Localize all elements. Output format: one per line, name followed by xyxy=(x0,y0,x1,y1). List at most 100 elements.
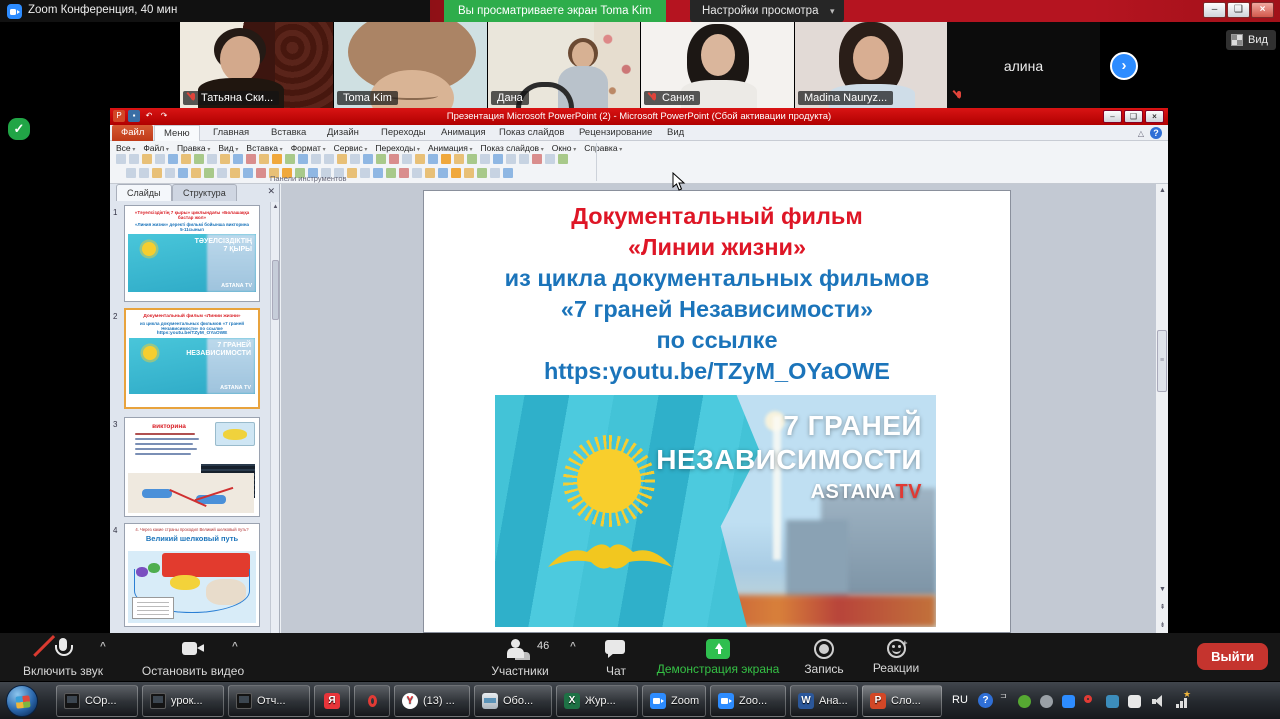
tab-slides[interactable]: Слайды xyxy=(116,184,172,201)
menu-item[interactable]: Справка xyxy=(584,143,622,153)
taskbar-item-zoom-meeting[interactable]: Zoo... xyxy=(710,685,786,717)
slide-thumbnail-2-selected[interactable]: Документальный фильм «Линии жизни» из ци… xyxy=(124,308,260,409)
taskbar-item-word[interactable]: Ана... xyxy=(790,685,858,717)
undo-icon[interactable] xyxy=(143,110,155,122)
tab-view[interactable]: Вид xyxy=(658,125,693,141)
battery-icon[interactable] xyxy=(1128,695,1141,708)
save-icon[interactable] xyxy=(128,110,140,122)
participant-tile[interactable]: алина xyxy=(947,22,1100,108)
menu-item[interactable]: Анимация xyxy=(428,143,473,153)
help-icon[interactable] xyxy=(1150,127,1162,139)
redo-icon[interactable] xyxy=(158,110,170,122)
tab-menu[interactable]: Меню xyxy=(154,125,200,141)
network-icon[interactable] xyxy=(1176,696,1190,708)
minimize-icon[interactable] xyxy=(1103,110,1122,123)
help-tray-icon[interactable] xyxy=(978,693,993,708)
video-options-chevron[interactable] xyxy=(232,641,238,652)
minimize-icon[interactable] xyxy=(1203,2,1226,18)
slide-thumbnail-1[interactable]: «Тәуелсіздіктің 7 қыры» циклындағы «Бола… xyxy=(124,205,260,302)
participant-tile[interactable]: Madina Nauryz... xyxy=(795,22,947,108)
tray-icon-opera[interactable] xyxy=(1084,695,1092,703)
panel-close-icon[interactable] xyxy=(267,186,275,197)
protection-shield-icon xyxy=(8,118,30,140)
taskbar-item-scanner[interactable]: Обо... xyxy=(474,685,552,717)
audio-options-chevron[interactable] xyxy=(100,641,106,652)
tab-home[interactable]: Главная xyxy=(204,125,258,141)
tray-icon-zoom[interactable] xyxy=(1062,695,1075,708)
menu-item[interactable]: Формат xyxy=(291,143,326,153)
close-icon[interactable] xyxy=(1251,2,1274,18)
menu-item[interactable]: Правка xyxy=(177,143,210,153)
tab-animation[interactable]: Анимация xyxy=(432,125,495,141)
taskbar-item-powerpoint[interactable]: Сло... xyxy=(862,685,942,717)
previous-slide-icon[interactable]: ⇞ xyxy=(1156,603,1169,611)
slide-thumbnail-3[interactable]: викторина xyxy=(124,417,260,517)
menu-item[interactable]: Окно xyxy=(552,143,576,153)
tab-insert[interactable]: Вставка xyxy=(262,125,315,141)
participant-tile[interactable]: Татьяна Ски... xyxy=(180,22,333,108)
tray-icon-gray[interactable] xyxy=(1040,695,1053,708)
tab-outline[interactable]: Структура xyxy=(172,184,237,201)
taskbar-item-excel[interactable]: Жур... xyxy=(556,685,638,717)
tray-icon-teal[interactable] xyxy=(1106,695,1119,708)
scrollbar-thumb[interactable] xyxy=(1157,330,1167,392)
close-icon[interactable] xyxy=(1145,110,1164,123)
menu-item[interactable]: Показ слайдов xyxy=(481,143,544,153)
taskbar-item-zoom[interactable]: Zoom xyxy=(642,685,706,717)
slide-scrollbar[interactable]: ▲ ▼ ⇞ ⇟ xyxy=(1155,184,1168,633)
tab-slideshow[interactable]: Показ слайдов xyxy=(490,125,573,141)
stop-video-button[interactable]: Остановить видео xyxy=(128,637,258,678)
next-participants-button[interactable] xyxy=(1110,52,1138,80)
scrollbar-thumb[interactable] xyxy=(272,260,279,320)
chat-button[interactable]: Чат xyxy=(592,637,640,678)
maximize-icon[interactable] xyxy=(1227,2,1250,18)
tray-icon-green[interactable] xyxy=(1018,695,1031,708)
slide-number: 2 xyxy=(113,312,117,321)
language-indicator[interactable]: RU xyxy=(952,694,968,706)
panel-scrollbar[interactable]: ▲ xyxy=(270,202,279,633)
leave-button[interactable]: Выйти xyxy=(1197,643,1268,670)
scroll-up-icon[interactable]: ▲ xyxy=(1156,187,1169,194)
participant-tile[interactable]: Toma Kim xyxy=(334,22,487,108)
windows-taskbar: СОр... урок... Отч... (13) ... Обо... Жу… xyxy=(0,681,1280,719)
taskbar-item-folder[interactable]: Отч... xyxy=(228,685,310,717)
share-screen-button[interactable]: Демонстрация экрана xyxy=(648,637,788,676)
taskbar-item-folder[interactable]: СОр... xyxy=(56,685,138,717)
record-button[interactable]: Запись xyxy=(796,637,852,676)
taskbar-item-opera[interactable] xyxy=(354,685,390,717)
menu-item[interactable]: Вид xyxy=(218,143,238,153)
menu-item[interactable]: Файл xyxy=(143,143,169,153)
tab-transitions[interactable]: Переходы xyxy=(372,125,435,141)
participant-tile[interactable]: Дана xyxy=(488,22,640,108)
participants-button[interactable]: 46 Участники xyxy=(478,637,562,678)
powerpoint-title-bar[interactable]: Презентация Microsoft PowerPoint (2) - M… xyxy=(110,108,1168,125)
maximize-icon[interactable] xyxy=(1124,110,1143,123)
slide-thumbnail-4[interactable]: 4. Через какие страны проходил Великий ш… xyxy=(124,523,260,627)
ribbon-collapse-icon[interactable] xyxy=(1138,129,1144,138)
slide-title-line: Документальный фильм xyxy=(424,201,1010,232)
menu-item[interactable]: Переходы xyxy=(375,143,420,153)
menu-item[interactable]: Все xyxy=(116,143,135,153)
participants-chevron[interactable] xyxy=(570,641,576,652)
toolbar-icons-row[interactable] xyxy=(116,154,568,164)
volume-icon[interactable] xyxy=(1152,695,1166,708)
scroll-up-icon[interactable]: ▲ xyxy=(271,204,280,210)
slide-link[interactable]: https:youtu.be/TZyM_OYaOWE xyxy=(424,356,1010,387)
next-slide-icon[interactable]: ⇟ xyxy=(1156,621,1169,629)
tab-design[interactable]: Дизайн xyxy=(318,125,368,141)
current-slide[interactable]: Документальный фильм «Линии жизни» из ци… xyxy=(423,190,1011,633)
view-settings-dropdown[interactable]: Настройки просмотра xyxy=(690,0,844,22)
taskbar-item-yandex-browser[interactable]: (13) ... xyxy=(394,685,470,717)
scroll-down-icon[interactable]: ▼ xyxy=(1156,586,1169,593)
taskbar-item-yandex[interactable] xyxy=(314,685,350,717)
tray-expand-icon[interactable] xyxy=(1000,691,1007,700)
participant-tile[interactable]: Сания xyxy=(641,22,794,108)
menu-item[interactable]: Сервис xyxy=(334,143,368,153)
reactions-button[interactable]: Реакции xyxy=(864,637,928,675)
tab-review[interactable]: Рецензирование xyxy=(570,125,661,141)
start-button[interactable] xyxy=(6,685,38,717)
tab-file[interactable]: Файл xyxy=(112,125,153,141)
taskbar-item-folder[interactable]: урок... xyxy=(142,685,224,717)
menu-item[interactable]: Вставка xyxy=(246,143,282,153)
view-button[interactable]: Вид xyxy=(1226,30,1276,50)
